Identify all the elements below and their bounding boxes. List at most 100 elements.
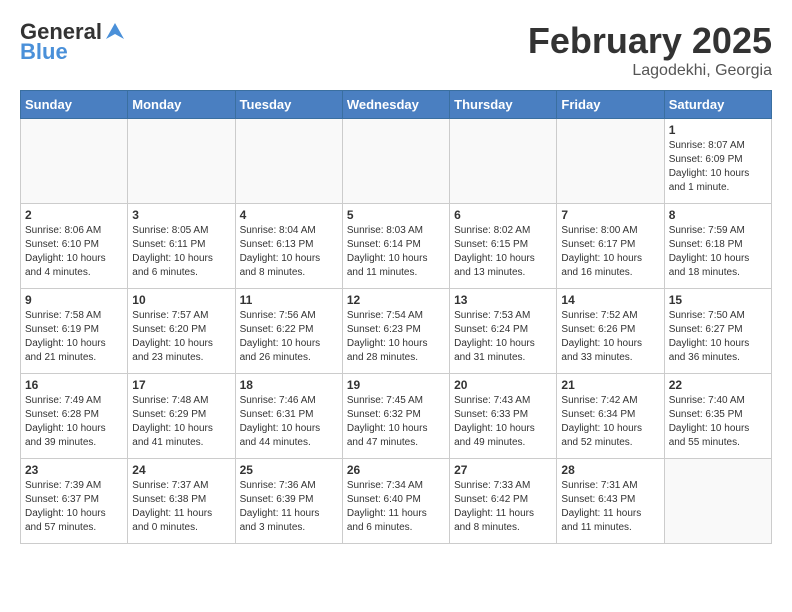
- day-number: 13: [454, 293, 552, 307]
- day-number: 2: [25, 208, 123, 222]
- day-number: 26: [347, 463, 445, 477]
- day-number: 18: [240, 378, 338, 392]
- day-info: Sunrise: 7:54 AM Sunset: 6:23 PM Dayligh…: [347, 309, 445, 365]
- day-info: Sunrise: 7:59 AM Sunset: 6:18 PM Dayligh…: [669, 224, 767, 280]
- day-number: 23: [25, 463, 123, 477]
- day-number: 9: [25, 293, 123, 307]
- day-number: 20: [454, 378, 552, 392]
- day-info: Sunrise: 7:48 AM Sunset: 6:29 PM Dayligh…: [132, 394, 230, 450]
- weekday-header-row: SundayMondayTuesdayWednesdayThursdayFrid…: [21, 91, 772, 119]
- day-info: Sunrise: 7:31 AM Sunset: 6:43 PM Dayligh…: [561, 479, 659, 535]
- day-number: 21: [561, 378, 659, 392]
- day-number: 28: [561, 463, 659, 477]
- weekday-header-tuesday: Tuesday: [235, 91, 342, 119]
- day-number: 11: [240, 293, 338, 307]
- calendar-cell: 6 Sunrise: 8:02 AM Sunset: 6:15 PM Daylig…: [450, 204, 557, 289]
- day-number: 10: [132, 293, 230, 307]
- day-number: 25: [240, 463, 338, 477]
- day-info: Sunrise: 7:56 AM Sunset: 6:22 PM Dayligh…: [240, 309, 338, 365]
- day-number: 7: [561, 208, 659, 222]
- day-number: 4: [240, 208, 338, 222]
- calendar-cell: [557, 119, 664, 204]
- calendar-cell: 8 Sunrise: 7:59 AM Sunset: 6:18 PM Daylig…: [664, 204, 771, 289]
- day-info: Sunrise: 8:00 AM Sunset: 6:17 PM Dayligh…: [561, 224, 659, 280]
- month-title: February 2025: [528, 20, 772, 62]
- day-info: Sunrise: 7:39 AM Sunset: 6:37 PM Dayligh…: [25, 479, 123, 535]
- day-info: Sunrise: 7:58 AM Sunset: 6:19 PM Dayligh…: [25, 309, 123, 365]
- day-info: Sunrise: 7:50 AM Sunset: 6:27 PM Dayligh…: [669, 309, 767, 365]
- day-number: 6: [454, 208, 552, 222]
- day-info: Sunrise: 7:42 AM Sunset: 6:34 PM Dayligh…: [561, 394, 659, 450]
- calendar-cell: 13 Sunrise: 7:53 AM Sunset: 6:24 PM Dayli…: [450, 289, 557, 374]
- day-number: 12: [347, 293, 445, 307]
- calendar-cell: [450, 119, 557, 204]
- day-info: Sunrise: 7:37 AM Sunset: 6:38 PM Dayligh…: [132, 479, 230, 535]
- calendar-cell: 21 Sunrise: 7:42 AM Sunset: 6:34 PM Dayli…: [557, 374, 664, 459]
- day-info: Sunrise: 8:03 AM Sunset: 6:14 PM Dayligh…: [347, 224, 445, 280]
- day-number: 19: [347, 378, 445, 392]
- day-number: 22: [669, 378, 767, 392]
- weekday-header-wednesday: Wednesday: [342, 91, 449, 119]
- day-number: 5: [347, 208, 445, 222]
- calendar-cell: [342, 119, 449, 204]
- calendar-cell: 16 Sunrise: 7:49 AM Sunset: 6:28 PM Dayli…: [21, 374, 128, 459]
- day-info: Sunrise: 7:53 AM Sunset: 6:24 PM Dayligh…: [454, 309, 552, 365]
- day-info: Sunrise: 8:02 AM Sunset: 6:15 PM Dayligh…: [454, 224, 552, 280]
- day-number: 1: [669, 123, 767, 137]
- location: Lagodekhi, Georgia: [528, 62, 772, 80]
- calendar-cell: 19 Sunrise: 7:45 AM Sunset: 6:32 PM Dayli…: [342, 374, 449, 459]
- calendar-cell: 4 Sunrise: 8:04 AM Sunset: 6:13 PM Daylig…: [235, 204, 342, 289]
- calendar-cell: [235, 119, 342, 204]
- day-number: 16: [25, 378, 123, 392]
- calendar-cell: 3Sunrise: 8:05 AM Sunset: 6:11 PM Daylig…: [128, 204, 235, 289]
- day-info: Sunrise: 7:43 AM Sunset: 6:33 PM Dayligh…: [454, 394, 552, 450]
- day-info: Sunrise: 7:45 AM Sunset: 6:32 PM Dayligh…: [347, 394, 445, 450]
- day-number: 8: [669, 208, 767, 222]
- weekday-header-sunday: Sunday: [21, 91, 128, 119]
- calendar-cell: 1 Sunrise: 8:07 AM Sunset: 6:09 PM Daylig…: [664, 119, 771, 204]
- calendar-cell: 26 Sunrise: 7:34 AM Sunset: 6:40 PM Dayli…: [342, 459, 449, 544]
- weekday-header-friday: Friday: [557, 91, 664, 119]
- logo: General Blue: [20, 20, 126, 64]
- calendar-cell: 2 Sunrise: 8:06 AM Sunset: 6:10 PM Daylig…: [21, 204, 128, 289]
- day-info: Sunrise: 8:04 AM Sunset: 6:13 PM Dayligh…: [240, 224, 338, 280]
- day-number: 17: [132, 378, 230, 392]
- page-header: General Blue February 2025 Lagodekhi, Ge…: [20, 20, 772, 80]
- day-info: Sunrise: 8:06 AM Sunset: 6:10 PM Dayligh…: [25, 224, 123, 280]
- week-row-5: 23 Sunrise: 7:39 AM Sunset: 6:37 PM Dayli…: [21, 459, 772, 544]
- week-row-4: 16 Sunrise: 7:49 AM Sunset: 6:28 PM Dayli…: [21, 374, 772, 459]
- day-info: Sunrise: 7:36 AM Sunset: 6:39 PM Dayligh…: [240, 479, 338, 535]
- calendar-cell: 18 Sunrise: 7:46 AM Sunset: 6:31 PM Dayli…: [235, 374, 342, 459]
- title-block: February 2025 Lagodekhi, Georgia: [528, 20, 772, 80]
- weekday-header-saturday: Saturday: [664, 91, 771, 119]
- calendar-cell: 28 Sunrise: 7:31 AM Sunset: 6:43 PM Dayli…: [557, 459, 664, 544]
- weekday-header-monday: Monday: [128, 91, 235, 119]
- day-info: Sunrise: 7:46 AM Sunset: 6:31 PM Dayligh…: [240, 394, 338, 450]
- day-info: Sunrise: 7:34 AM Sunset: 6:40 PM Dayligh…: [347, 479, 445, 535]
- calendar-cell: 10 Sunrise: 7:57 AM Sunset: 6:20 PM Dayli…: [128, 289, 235, 374]
- day-number: 15: [669, 293, 767, 307]
- calendar-cell: 24Sunrise: 7:37 AM Sunset: 6:38 PM Dayli…: [128, 459, 235, 544]
- calendar-cell: 22Sunrise: 7:40 AM Sunset: 6:35 PM Dayli…: [664, 374, 771, 459]
- calendar-cell: 11 Sunrise: 7:56 AM Sunset: 6:22 PM Dayli…: [235, 289, 342, 374]
- calendar-cell: 25 Sunrise: 7:36 AM Sunset: 6:39 PM Dayli…: [235, 459, 342, 544]
- calendar-table: SundayMondayTuesdayWednesdayThursdayFrid…: [20, 90, 772, 544]
- day-info: Sunrise: 8:05 AM Sunset: 6:11 PM Dayligh…: [132, 224, 230, 280]
- weekday-header-thursday: Thursday: [450, 91, 557, 119]
- logo-icon: [104, 21, 126, 43]
- week-row-2: 2 Sunrise: 8:06 AM Sunset: 6:10 PM Daylig…: [21, 204, 772, 289]
- calendar-cell: [664, 459, 771, 544]
- day-info: Sunrise: 8:07 AM Sunset: 6:09 PM Dayligh…: [669, 139, 767, 195]
- calendar-cell: 9 Sunrise: 7:58 AM Sunset: 6:19 PM Daylig…: [21, 289, 128, 374]
- day-info: Sunrise: 7:57 AM Sunset: 6:20 PM Dayligh…: [132, 309, 230, 365]
- calendar-cell: 27Sunrise: 7:33 AM Sunset: 6:42 PM Dayli…: [450, 459, 557, 544]
- week-row-3: 9 Sunrise: 7:58 AM Sunset: 6:19 PM Daylig…: [21, 289, 772, 374]
- calendar-cell: 20 Sunrise: 7:43 AM Sunset: 6:33 PM Dayli…: [450, 374, 557, 459]
- day-info: Sunrise: 7:33 AM Sunset: 6:42 PM Dayligh…: [454, 479, 552, 535]
- day-info: Sunrise: 7:52 AM Sunset: 6:26 PM Dayligh…: [561, 309, 659, 365]
- calendar-cell: 12 Sunrise: 7:54 AM Sunset: 6:23 PM Dayli…: [342, 289, 449, 374]
- day-info: Sunrise: 7:49 AM Sunset: 6:28 PM Dayligh…: [25, 394, 123, 450]
- week-row-1: 1 Sunrise: 8:07 AM Sunset: 6:09 PM Daylig…: [21, 119, 772, 204]
- calendar-cell: [21, 119, 128, 204]
- calendar-cell: 5 Sunrise: 8:03 AM Sunset: 6:14 PM Daylig…: [342, 204, 449, 289]
